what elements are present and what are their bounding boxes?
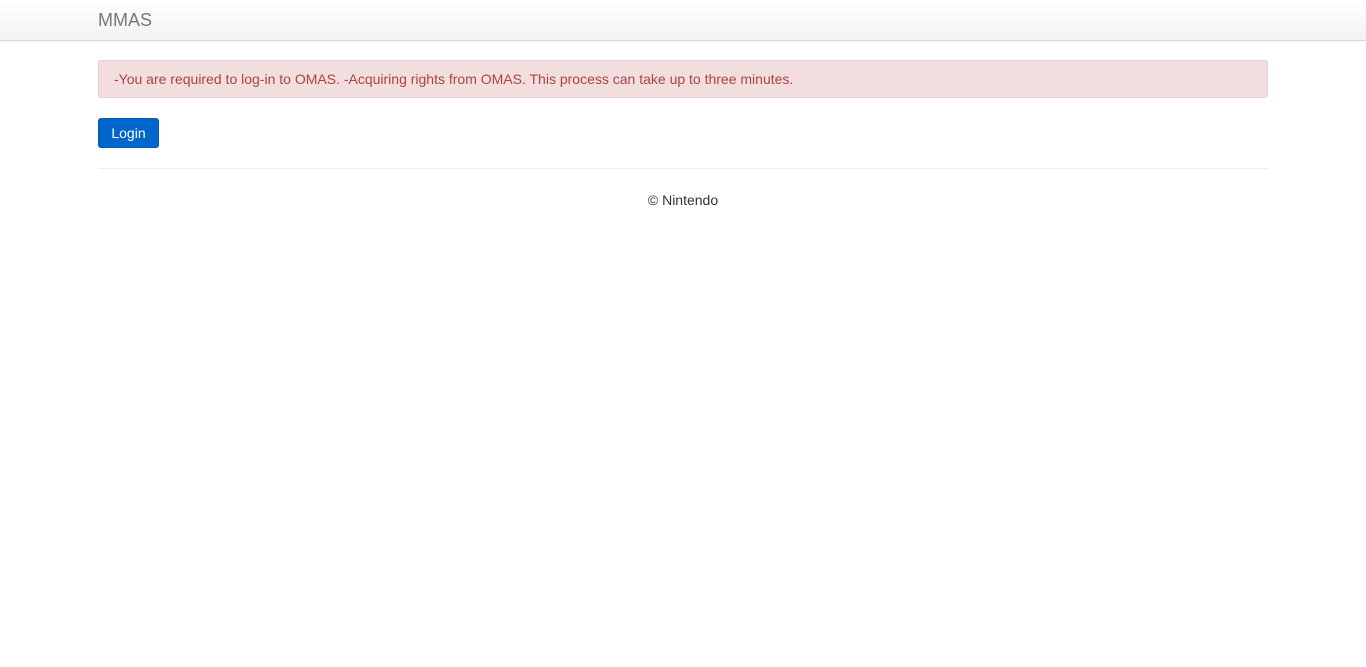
brand-link[interactable]: MMAS xyxy=(98,9,152,31)
page-footer: © Nintendo xyxy=(98,191,1268,209)
login-button[interactable]: Login xyxy=(98,118,159,148)
login-required-alert: -You are required to log-in to OMAS. -Ac… xyxy=(98,60,1268,98)
copyright-text: © Nintendo xyxy=(647,192,719,208)
alert-message: -You are required to log-in to OMAS. -Ac… xyxy=(114,71,794,87)
top-navbar: MMAS xyxy=(0,0,1366,41)
footer-divider xyxy=(98,168,1268,169)
